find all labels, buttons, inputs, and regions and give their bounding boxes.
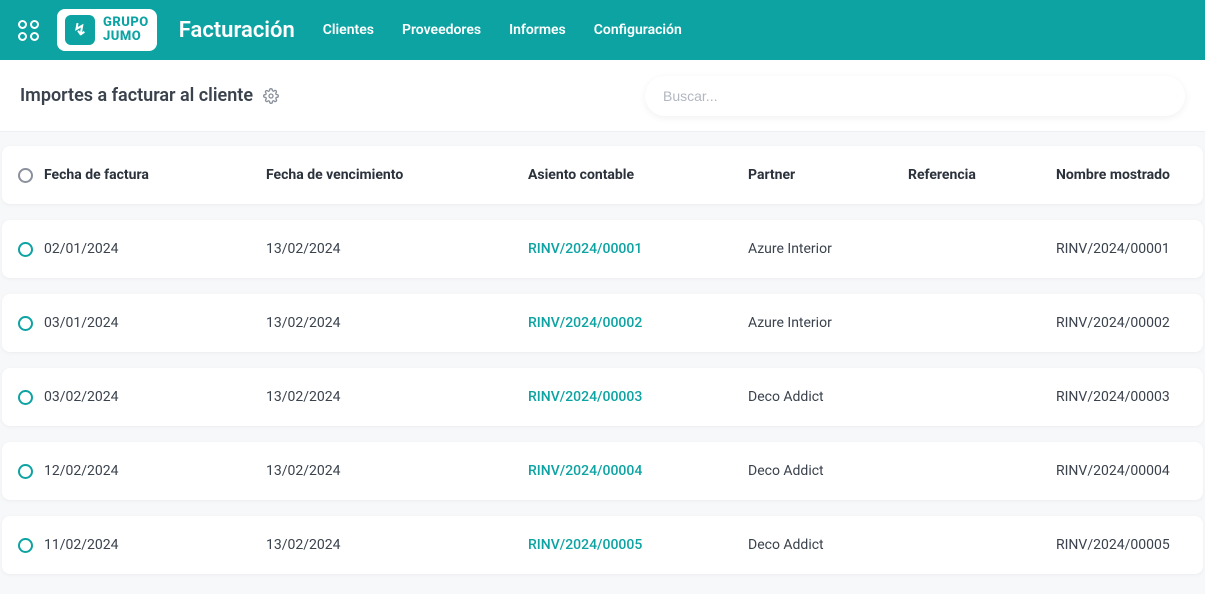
apps-switcher-icon[interactable] xyxy=(18,20,39,41)
table-row[interactable]: 11/02/2024 13/02/2024 RINV/2024/00005 De… xyxy=(2,516,1203,574)
cell-display-name: RINV/2024/00003 xyxy=(1056,389,1187,405)
row-select-radio[interactable] xyxy=(18,390,33,405)
cell-display-name: RINV/2024/00002 xyxy=(1056,315,1187,331)
brand-logo[interactable]: ↯ GRUPO JUMO xyxy=(57,9,157,51)
logo-mark-icon: ↯ xyxy=(65,15,95,45)
select-all-radio[interactable] xyxy=(18,168,33,183)
cell-due-date: 13/02/2024 xyxy=(266,389,528,405)
cell-display-name: RINV/2024/00004 xyxy=(1056,463,1187,479)
topbar: ↯ GRUPO JUMO Facturación Clientes Provee… xyxy=(0,0,1205,60)
search-input[interactable] xyxy=(645,76,1185,116)
cell-invoice-date: 11/02/2024 xyxy=(44,537,266,553)
breadcrumb: Importes a facturar al cliente xyxy=(20,85,253,106)
col-header-due-date[interactable]: Fecha de vencimiento xyxy=(266,167,528,183)
nav-proveedores[interactable]: Proveedores xyxy=(402,22,481,38)
cell-invoice-date: 03/02/2024 xyxy=(44,389,266,405)
cell-entry-link[interactable]: RINV/2024/00004 xyxy=(528,463,748,479)
cell-invoice-date: 12/02/2024 xyxy=(44,463,266,479)
col-header-invoice-date[interactable]: Fecha de factura xyxy=(44,167,266,183)
cell-due-date: 13/02/2024 xyxy=(266,463,528,479)
cell-partner: Deco Addict xyxy=(748,537,908,553)
table-row[interactable]: 02/01/2024 13/02/2024 RINV/2024/00001 Az… xyxy=(2,220,1203,278)
nav-informes[interactable]: Informes xyxy=(509,22,566,38)
table-row[interactable]: 03/01/2024 13/02/2024 RINV/2024/00002 Az… xyxy=(2,294,1203,352)
cell-entry-link[interactable]: RINV/2024/00001 xyxy=(528,241,748,257)
brand-line2: JUMO xyxy=(103,30,149,44)
gear-icon[interactable] xyxy=(263,88,279,104)
cell-invoice-date: 03/01/2024 xyxy=(44,315,266,331)
cell-partner: Azure Interior xyxy=(748,315,908,331)
col-header-entry[interactable]: Asiento contable xyxy=(528,167,748,183)
cell-due-date: 13/02/2024 xyxy=(266,537,528,553)
cell-display-name: RINV/2024/00005 xyxy=(1056,537,1187,553)
row-select-radio[interactable] xyxy=(18,538,33,553)
row-select-radio[interactable] xyxy=(18,316,33,331)
row-select-radio[interactable] xyxy=(18,242,33,257)
cell-entry-link[interactable]: RINV/2024/00002 xyxy=(528,315,748,331)
cell-partner: Deco Addict xyxy=(748,389,908,405)
col-header-display-name[interactable]: Nombre mostrado xyxy=(1056,167,1187,183)
control-panel: Importes a facturar al cliente xyxy=(0,60,1205,132)
brand-name: GRUPO JUMO xyxy=(103,16,149,43)
nav-clientes[interactable]: Clientes xyxy=(323,22,374,38)
cell-display-name: RINV/2024/00001 xyxy=(1056,241,1187,257)
cell-due-date: 13/02/2024 xyxy=(266,315,528,331)
cell-invoice-date: 02/01/2024 xyxy=(44,241,266,257)
table-row[interactable]: 12/02/2024 13/02/2024 RINV/2024/00004 De… xyxy=(2,442,1203,500)
cell-entry-link[interactable]: RINV/2024/00003 xyxy=(528,389,748,405)
main-nav: Clientes Proveedores Informes Configurac… xyxy=(323,22,682,38)
table-header: Fecha de factura Fecha de vencimiento As… xyxy=(2,146,1203,204)
row-select-radio[interactable] xyxy=(18,464,33,479)
brand-line1: GRUPO xyxy=(103,16,149,30)
cell-due-date: 13/02/2024 xyxy=(266,241,528,257)
table-row[interactable]: 03/02/2024 13/02/2024 RINV/2024/00003 De… xyxy=(2,368,1203,426)
col-header-ref[interactable]: Referencia xyxy=(908,167,1056,183)
app-title: Facturación xyxy=(179,18,295,43)
list-view: Fecha de factura Fecha de vencimiento As… xyxy=(0,132,1205,594)
cell-entry-link[interactable]: RINV/2024/00005 xyxy=(528,537,748,553)
cell-partner: Azure Interior xyxy=(748,241,908,257)
col-header-partner[interactable]: Partner xyxy=(748,167,908,183)
cell-partner: Deco Addict xyxy=(748,463,908,479)
search-wrap xyxy=(645,76,1185,116)
breadcrumb-wrap: Importes a facturar al cliente xyxy=(20,85,279,106)
nav-configuracion[interactable]: Configuración xyxy=(594,22,682,38)
